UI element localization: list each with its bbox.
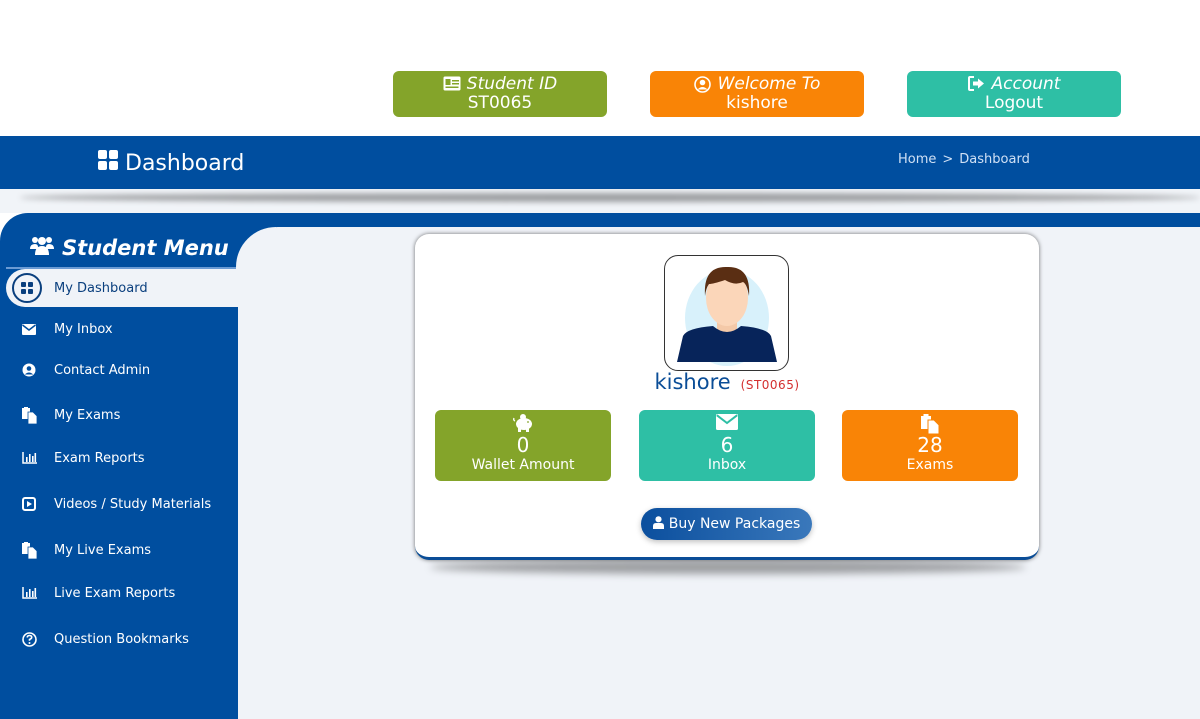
student-id-value: ST0065 <box>467 93 533 113</box>
page-title-text: Dashboard <box>125 150 245 176</box>
sidebar-item-label: Contact Admin <box>54 362 151 378</box>
wallet-amount-value: 0 <box>516 433 530 457</box>
inbox-card[interactable]: 6 Inbox <box>639 410 815 481</box>
card-shadow <box>430 560 1026 574</box>
copy-icon <box>20 541 38 559</box>
avatar <box>664 255 789 371</box>
sidebar-item-label: My Dashboard <box>54 280 148 296</box>
welcome-username: kishore <box>726 93 788 113</box>
buy-new-packages-button[interactable]: Buy New Packages <box>641 508 812 540</box>
bar-chart-icon <box>20 449 38 467</box>
sidebar-item-label: My Exams <box>54 407 121 423</box>
grid-icon <box>12 273 42 303</box>
student-id-button[interactable]: Student ID ST0065 <box>393 71 607 117</box>
sidebar-title-text: Student Menu <box>62 235 229 260</box>
envelope-icon <box>20 320 38 338</box>
sidebar-item-my-live-exams[interactable]: My Live Exams <box>0 530 238 570</box>
logout-button[interactable]: Account Logout <box>907 71 1121 117</box>
exams-label: Exams <box>906 457 954 473</box>
profile-name: kishore (ST0065) <box>415 370 1039 394</box>
sidebar-title: Student Menu <box>30 235 229 260</box>
header-bar: Dashboard Home > Dashboard <box>0 136 1200 189</box>
exams-card[interactable]: 28 Exams <box>842 410 1018 481</box>
page-title: Dashboard <box>98 150 244 176</box>
sidebar-item-contact-admin[interactable]: Contact Admin <box>0 350 238 390</box>
sidebar-item-question-bookmarks[interactable]: Question Bookmarks <box>0 619 238 659</box>
wallet-amount-label: Wallet Amount <box>471 457 575 473</box>
sidebar-item-videos-study-materials[interactable]: Videos / Study Materials <box>0 484 238 524</box>
sidebar-item-label: Exam Reports <box>54 450 145 466</box>
grid-icon <box>98 150 118 176</box>
sidebar-item-my-inbox[interactable]: My Inbox <box>0 309 238 349</box>
welcome-button[interactable]: Welcome To kishore <box>650 71 864 117</box>
profile-username: kishore <box>654 370 731 394</box>
inbox-label: Inbox <box>707 457 747 473</box>
profile-student-id: (ST0065) <box>740 378 800 392</box>
wallet-amount-card[interactable]: 0 Wallet Amount <box>435 410 611 481</box>
sidebar-item-label: Live Exam Reports <box>54 585 176 601</box>
sidebar-item-my-exams[interactable]: My Exams <box>0 395 238 435</box>
sidebar-item-live-exam-reports[interactable]: Live Exam Reports <box>0 573 238 613</box>
user-circle-icon <box>20 361 38 379</box>
logout-label: Logout <box>984 93 1044 113</box>
envelope-icon <box>639 414 815 434</box>
welcome-label: Welcome To <box>717 74 821 94</box>
piggy-bank-icon <box>435 414 611 434</box>
users-icon <box>30 235 54 260</box>
sign-out-icon <box>967 76 986 92</box>
page: Student ID ST0065 Welcome To kishore Acc… <box>0 0 1200 719</box>
inbox-count: 6 <box>720 433 734 457</box>
sidebar-item-label: My Live Exams <box>54 542 152 558</box>
play-square-icon <box>20 495 38 513</box>
exams-count: 28 <box>917 433 943 457</box>
copy-icon <box>842 414 1018 434</box>
bar-chart-icon <box>20 584 38 602</box>
sidebar-item-label: My Inbox <box>54 321 113 337</box>
user-icon <box>652 515 664 533</box>
breadcrumb-current: Dashboard <box>959 152 1030 167</box>
sidebar-item-label: Videos / Study Materials <box>54 496 212 512</box>
question-circle-icon <box>20 630 38 648</box>
account-label: Account <box>991 74 1061 94</box>
buy-new-packages-label: Buy New Packages <box>668 516 801 532</box>
copy-icon <box>20 406 38 424</box>
breadcrumb-home[interactable]: Home <box>898 152 936 167</box>
profile-card: kishore (ST0065) 0 Wallet Amount 6 Inbox … <box>415 234 1039 560</box>
sidebar-item-my-dashboard[interactable]: My Dashboard <box>6 269 306 307</box>
sidebar-item-exam-reports[interactable]: Exam Reports <box>0 438 238 478</box>
breadcrumb: Home > Dashboard <box>898 152 1030 167</box>
sidebar-item-label: Question Bookmarks <box>54 631 189 647</box>
user-circle-icon <box>693 76 712 93</box>
student-id-label: Student ID <box>466 74 558 94</box>
breadcrumb-separator: > <box>942 152 954 167</box>
header-shadow <box>0 189 1200 213</box>
sidebar-title-curve <box>236 213 276 269</box>
id-card-icon <box>443 76 461 92</box>
